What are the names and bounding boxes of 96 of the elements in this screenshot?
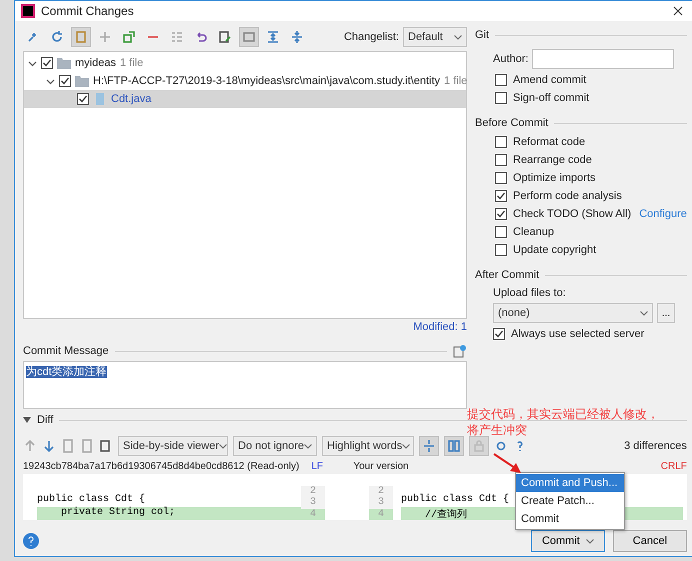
help-icon[interactable]	[23, 533, 39, 549]
tree-item-name: Cdt.java	[111, 93, 152, 105]
author-field[interactable]	[532, 49, 674, 69]
tree-row[interactable]: myideas 1 file	[24, 54, 466, 72]
columns-icon[interactable]	[447, 439, 461, 453]
commit-message-field[interactable]: 为cdt类添加注释	[23, 361, 467, 409]
right-version-title: Your version	[353, 460, 409, 472]
line-number: 3	[301, 497, 325, 509]
viewer-dropdown[interactable]: Side-by-side viewer	[118, 436, 228, 456]
file-count: 1 file	[120, 57, 144, 69]
ignore-dropdown[interactable]: Do not ignore	[233, 436, 317, 456]
differences-count: 3 differences	[624, 440, 687, 452]
caret-icon	[218, 444, 227, 448]
collapse-triangle-icon[interactable]	[23, 417, 31, 423]
line-separator: LF	[311, 460, 324, 472]
checkbox[interactable]	[495, 172, 507, 184]
caret-icon	[640, 310, 648, 316]
author-label: Author:	[493, 53, 528, 65]
code-line: //查询列	[424, 508, 468, 520]
tree-row[interactable]: Cdt.java	[24, 90, 466, 108]
code-line: public class Cdt {	[37, 494, 146, 506]
collapse-icon[interactable]	[422, 439, 436, 453]
modified-count: Modified: 1	[412, 320, 467, 335]
option-label: Always use selected server	[511, 328, 644, 340]
chevron-icon[interactable]	[46, 76, 55, 86]
line-number: 2	[369, 486, 393, 498]
down-arrow-icon[interactable]	[42, 439, 56, 453]
browse-button[interactable]: ...	[657, 303, 675, 323]
collapse-all-icon[interactable]	[290, 30, 304, 44]
commit-message-text: 为cdt类添加注释	[26, 366, 107, 378]
caret-icon	[402, 444, 410, 448]
tree-item-name: H:\FTP-ACCP-T27\2019-3-18\myideas\src\main\java\com.study.it\entity	[93, 75, 440, 87]
changelist-label: Changelist:	[344, 31, 399, 43]
checkbox[interactable]	[41, 57, 53, 69]
option-label: Cleanup	[513, 226, 554, 238]
option-label: Rearrange code	[513, 154, 592, 166]
file-count: 1 file	[444, 75, 468, 87]
section-title: Before Commit	[475, 117, 548, 129]
tree-item-name: myideas	[75, 57, 116, 69]
line-number: 4	[301, 508, 325, 520]
option-label: Update copyright	[513, 244, 596, 256]
close-icon[interactable]	[672, 6, 683, 16]
server-dropdown[interactable]: (none)	[493, 303, 653, 323]
history-icon[interactable]	[453, 344, 467, 358]
annotation-text: 提交代码，其实云端已经被人修改，将产生冲突	[467, 406, 660, 438]
upload-label: Upload files to:	[493, 287, 567, 299]
line-number: 4	[369, 508, 393, 520]
configure-link[interactable]: Configure	[639, 208, 687, 220]
left-version-title: 19243cb784ba7a17b6d19306745d8d4be0cd8612 (Read-only)	[23, 460, 300, 472]
changelist-dropdown[interactable]: Default	[403, 27, 467, 47]
checkbox[interactable]	[495, 190, 507, 202]
app-logo-icon	[21, 4, 35, 18]
menu-item[interactable]: Create Patch...	[516, 492, 624, 510]
checkbox[interactable]	[495, 136, 507, 148]
menu-item[interactable]: Commit and Push...	[516, 474, 624, 492]
checkbox[interactable]	[493, 328, 505, 340]
option-label: Reformat code	[513, 136, 586, 148]
checkbox[interactable]	[495, 208, 507, 220]
option-label: Amend commit	[513, 74, 586, 86]
caret-icon	[586, 538, 594, 544]
checkbox[interactable]	[59, 75, 71, 87]
line-number: 2	[301, 486, 325, 498]
checkbox[interactable]	[495, 92, 507, 104]
option-label: Perform code analysis	[513, 190, 622, 202]
line-separator: CRLF	[660, 460, 687, 472]
highlight-dropdown[interactable]: Highlight words	[322, 436, 414, 456]
section-title: Git	[475, 29, 490, 41]
option-label: Check TODO (Show All)	[513, 208, 632, 220]
expand-all-icon[interactable]	[266, 30, 280, 44]
section-title: After Commit	[475, 269, 540, 281]
file-icon	[93, 92, 107, 106]
checkbox[interactable]	[495, 226, 507, 238]
caret-icon	[304, 444, 312, 448]
option-label: Optimize imports	[513, 172, 596, 184]
checkbox[interactable]	[495, 154, 507, 166]
option-label: Sign-off commit	[513, 92, 590, 104]
folder-icon	[57, 57, 71, 69]
annotation-arrow	[493, 453, 523, 475]
checkbox[interactable]	[77, 93, 89, 105]
menu-item[interactable]: Commit	[516, 510, 624, 528]
refresh-icon[interactable]	[50, 30, 64, 44]
section-title: Commit Message	[23, 345, 109, 357]
commit-button[interactable]: Commit	[530, 530, 605, 552]
folder-icon	[75, 75, 89, 87]
checkbox[interactable]	[495, 74, 507, 86]
line-number: 3	[369, 497, 393, 509]
caret-icon	[454, 34, 462, 40]
window-title: Commit Changes	[41, 4, 134, 18]
checkbox[interactable]	[495, 244, 507, 256]
cancel-button[interactable]: Cancel	[612, 530, 687, 552]
section-title: Diff	[37, 414, 54, 426]
code-line: public class Cdt {	[401, 494, 510, 507]
code-line: private String col;	[60, 507, 176, 520]
move-icon[interactable]	[122, 30, 136, 44]
tree-row[interactable]: H:\FTP-ACCP-T27\2019-3-18\myideas\src\main\java\com.study.it\entity 1 file	[24, 72, 468, 90]
chevron-icon[interactable]	[28, 58, 37, 68]
